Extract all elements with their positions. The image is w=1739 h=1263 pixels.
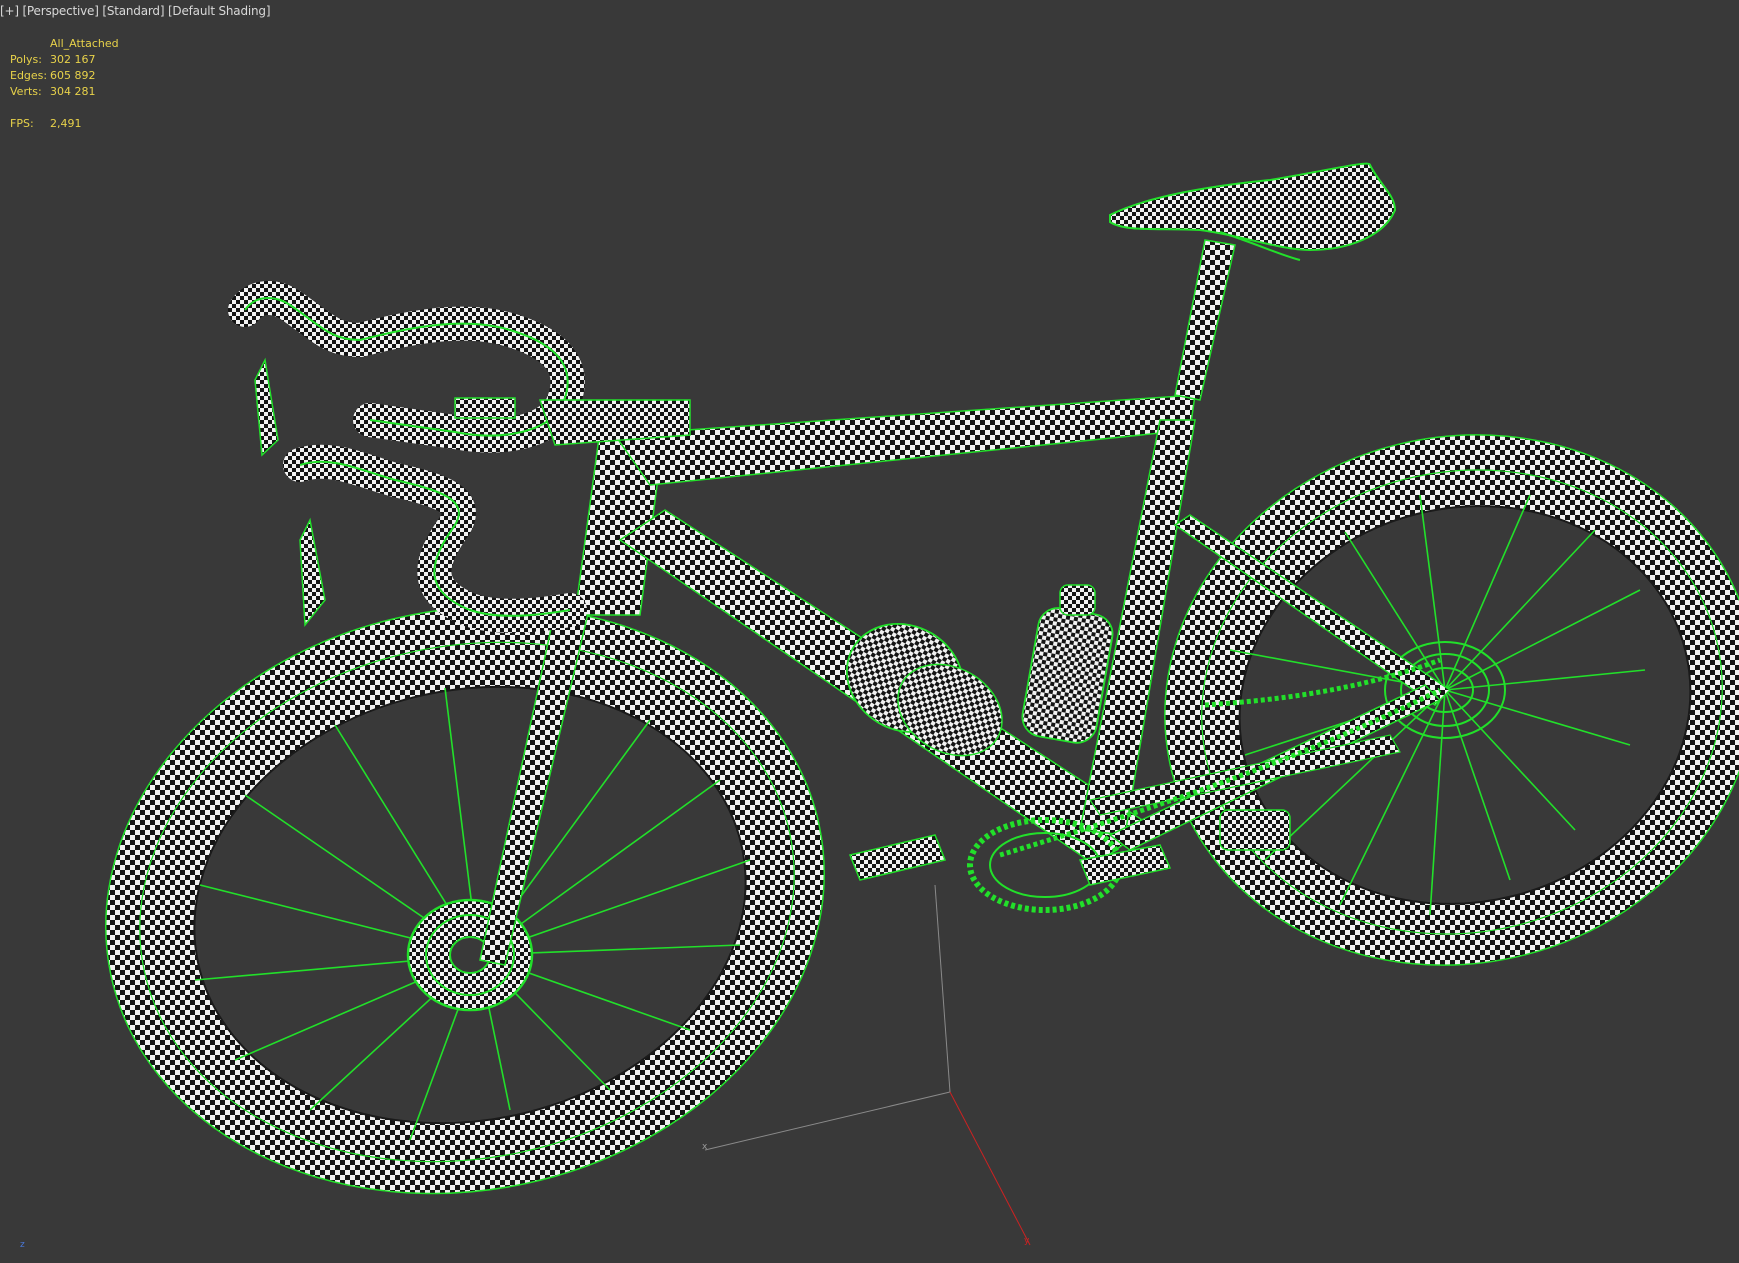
stats-verts-row: Verts: 304 281 [10,84,119,100]
viewport-view-label[interactable]: [Perspective] [22,4,98,18]
stats-fps-value: 2,491 [50,117,82,130]
stats-edges-label: Edges: [10,69,48,82]
stats-edges-row: Edges: 605 892 [10,68,119,84]
viewport-render-label[interactable]: [Standard] [102,4,164,18]
statistics-overlay: All_Attached Polys: 302 167 Edges: 605 892… [10,36,119,132]
stats-polys-row: Polys: 302 167 [10,52,119,68]
stats-edges-value: 605 892 [50,69,96,82]
scene-canvas[interactable] [0,0,1739,1263]
perspective-viewport[interactable]: [+] [Perspective] [Standard] [Default Sh… [0,0,1739,1263]
stats-object-name: All_Attached [50,37,119,50]
stats-polys-value: 302 167 [50,53,96,66]
stats-object-row: All_Attached [10,36,119,52]
stats-verts-value: 304 281 [50,85,96,98]
stats-verts-label: Verts: [10,85,42,98]
viewport-menu-plus[interactable]: [+] [0,4,19,18]
viewport-label-menu[interactable]: [+] [Perspective] [Standard] [Default Sh… [0,4,271,18]
view-cube-z-label: z [20,1240,25,1250]
stats-fps-row: FPS: 2,491 [10,116,119,132]
gizmo-x-label: x [702,1142,708,1152]
gizmo-y-label: y [1024,1236,1030,1246]
viewport-shading-label[interactable]: [Default Shading] [168,4,271,18]
stats-fps-label: FPS: [10,117,34,130]
stats-polys-label: Polys: [10,53,42,66]
